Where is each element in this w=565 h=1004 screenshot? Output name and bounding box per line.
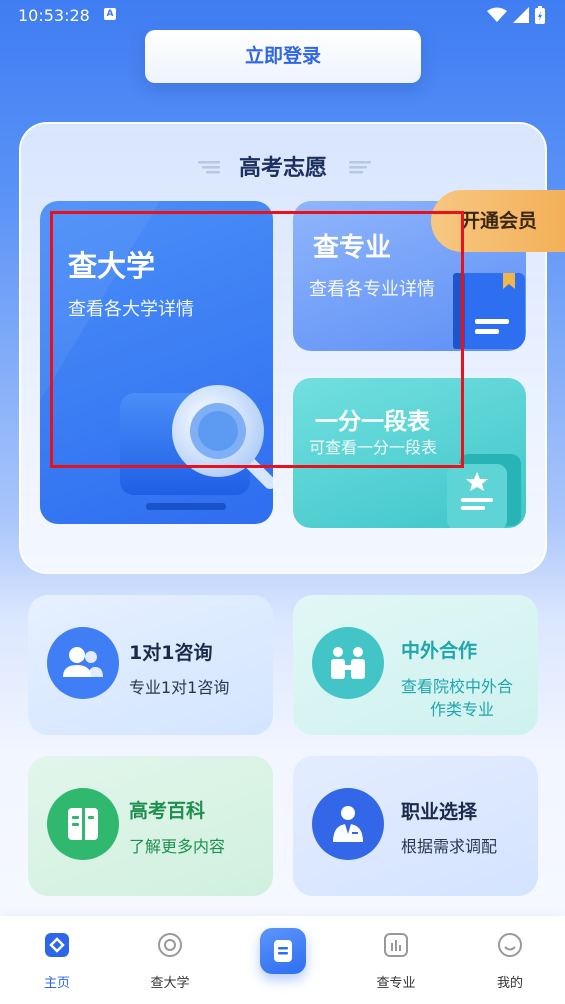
home-diamond-icon <box>45 933 69 957</box>
feature-subtitle: 了解更多内容 <box>129 837 226 856</box>
nav-home[interactable]: 主页 <box>17 930 97 991</box>
feature-title: 中外合作 <box>401 640 478 662</box>
users-icon <box>63 647 103 677</box>
career-choice-card[interactable]: 职业选择 根据需求调配 <box>293 756 538 896</box>
bottom-navigation: 主页 查大学 查专业 我的 <box>0 916 565 1004</box>
nav-label: 我的 <box>496 976 523 991</box>
baike-icon-circle <box>47 788 119 860</box>
feature-title: 1对1咨询 <box>129 642 213 664</box>
bar-chart-icon <box>384 933 408 957</box>
nav-label: 查专业 <box>376 976 416 991</box>
feature-subtitle: 专业1对1咨询 <box>129 678 230 697</box>
status-time: 10:53:28 <box>18 6 90 25</box>
nav-check-university[interactable]: 查大学 <box>130 930 210 991</box>
status-icons <box>487 6 545 24</box>
nav-check-major[interactable]: 查专业 <box>356 930 436 991</box>
sino-foreign-cooperation-card[interactable]: 中外合作 查看院校中外合 作类专业 <box>293 595 538 735</box>
nav-center-button[interactable] <box>260 928 306 974</box>
handshake-icon <box>331 647 365 679</box>
gaokao-encyclopedia-card[interactable]: 高考百科 了解更多内容 <box>28 756 273 896</box>
feature-subtitle-line1: 查看院校中外合 <box>401 677 514 696</box>
one-on-one-consult-card[interactable]: 1对1咨询 专业1对1咨询 <box>28 595 273 735</box>
signal-icon <box>513 7 529 23</box>
person-suit-icon <box>333 806 363 842</box>
book-open-icon <box>68 808 98 840</box>
status-bar: 10:53:28 A <box>0 0 565 34</box>
login-button[interactable]: 立即登录 <box>145 30 421 83</box>
circle-target-icon <box>158 933 182 957</box>
document-list-icon <box>274 940 292 962</box>
career-icon-circle <box>312 788 384 860</box>
smile-icon <box>498 933 522 957</box>
foreign-icon-circle <box>312 627 384 699</box>
notification-badge-icon: A <box>104 8 116 20</box>
feature-title: 职业选择 <box>401 801 478 823</box>
battery-icon <box>535 6 545 24</box>
consult-icon-circle <box>47 627 119 699</box>
nav-label: 主页 <box>43 976 70 991</box>
feature-subtitle: 根据需求调配 <box>401 837 498 856</box>
nav-label: 查大学 <box>150 976 190 991</box>
highlight-box <box>50 211 464 468</box>
feature-title: 高考百科 <box>129 800 206 822</box>
section-title: 高考志愿 <box>238 156 327 181</box>
nav-mine[interactable]: 我的 <box>470 930 550 991</box>
feature-subtitle-line2: 作类专业 <box>430 700 495 719</box>
wifi-icon <box>487 7 507 22</box>
title-right-decoration-icon <box>349 161 371 174</box>
